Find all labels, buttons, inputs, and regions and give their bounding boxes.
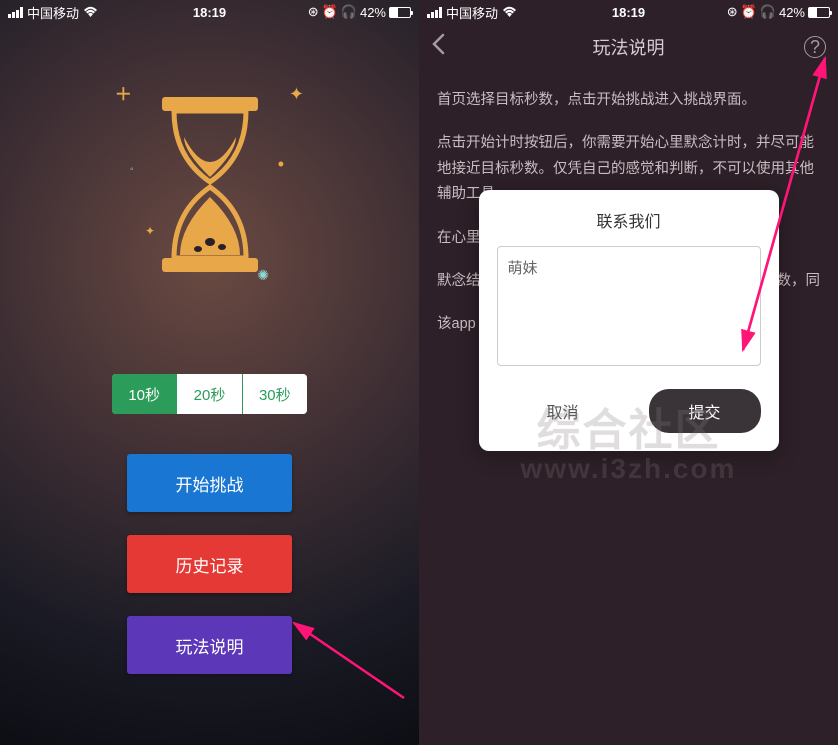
back-button[interactable] [431,33,445,62]
sparkle-icon: ✦ [289,84,304,105]
status-right: ⊛ ⏰ 🎧 42% [727,4,830,20]
cancel-button[interactable]: 取消 [497,389,629,433]
wifi-icon [83,4,98,20]
instructions-button[interactable]: 玩法说明 [127,616,292,674]
contact-dialog: 联系我们 萌妹 取消 提交 [479,190,779,451]
phone-screen-home: 中国移动 18:19 ⊛ ⏰ 🎧 42% ✕ ✦ ◦ • ✦ ✺ [0,0,419,745]
hourglass-illustration: ✕ ✦ ◦ • ✦ ✺ [0,24,419,344]
carrier-label: 中国移动 [446,3,498,22]
battery-icon [389,7,411,18]
status-time: 18:19 [193,5,226,20]
sparkle-icon: ✦ [145,224,155,238]
segment-30s[interactable]: 30秒 [242,374,307,414]
nav-title: 玩法说明 [593,34,665,60]
instruction-paragraph: 首页选择目标秒数，点击开始挑战进入挑战界面。 [437,88,820,113]
segment-20s[interactable]: 20秒 [176,374,241,414]
sparkle-icon: ✺ [257,267,269,284]
status-bar: 中国移动 18:19 ⊛ ⏰ 🎧 42% [419,0,838,24]
dialog-actions: 取消 提交 [497,389,761,433]
main-buttons: 开始挑战 历史记录 玩法说明 [0,454,419,674]
carrier-label: 中国移动 [27,3,79,22]
duration-selector: 10秒 20秒 30秒 [112,374,307,414]
sparkle-icon: ◦ [130,164,134,175]
status-left: 中国移动 [427,3,517,22]
alarm-icon: ⏰ [741,4,757,20]
orientation-lock-icon: ⊛ [308,4,319,20]
sparkle-icon: • [278,154,284,175]
status-time: 18:19 [612,5,645,20]
battery-icon [808,7,830,18]
wifi-icon [502,4,517,20]
status-right: ⊛ ⏰ 🎧 42% [308,4,411,20]
phone-screen-instructions: 中国移动 18:19 ⊛ ⏰ 🎧 42% 玩法说明 ? 首页选择目标秒数，点击开… [419,0,838,745]
status-left: 中国移动 [8,3,98,22]
alarm-icon: ⏰ [322,4,338,20]
start-challenge-button[interactable]: 开始挑战 [127,454,292,512]
submit-button[interactable]: 提交 [649,389,761,433]
signal-icon [427,7,442,18]
help-button[interactable]: ? [804,36,826,58]
dialog-title: 联系我们 [497,208,761,232]
watermark-line2: www.i3zh.com [419,453,838,485]
status-bar: 中国移动 18:19 ⊛ ⏰ 🎧 42% [0,0,419,24]
sparkle-icon: ✕ [110,82,136,108]
contact-input[interactable]: 萌妹 [497,246,761,366]
history-button[interactable]: 历史记录 [127,535,292,593]
orientation-lock-icon: ⊛ [727,4,738,20]
signal-icon [8,7,23,18]
segment-10s[interactable]: 10秒 [112,374,176,414]
nav-bar: 玩法说明 ? [419,24,838,70]
headphone-icon: 🎧 [760,4,776,20]
hourglass-icon [150,97,270,272]
headphone-icon: 🎧 [341,4,357,20]
battery-percent: 42% [779,5,805,20]
battery-percent: 42% [360,5,386,20]
